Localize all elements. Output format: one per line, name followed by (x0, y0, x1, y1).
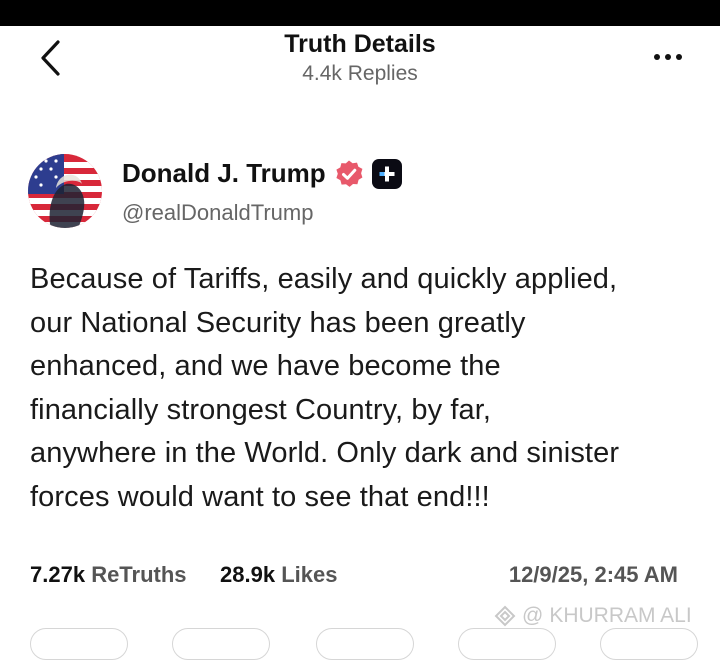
retruths-count: 7.27k (30, 562, 86, 587)
post-line: forces would want to see that end!!! (30, 480, 490, 513)
retruths-label: ReTruths (91, 562, 187, 587)
post-line: our National Security has been greatly (30, 306, 526, 339)
action-button[interactable] (30, 628, 128, 660)
verified-badge-icon (336, 160, 363, 187)
post-line: enhanced, and we have become the (30, 350, 501, 383)
likes-stat[interactable]: 28.9k Likes (220, 562, 337, 588)
post-timestamp: 12/9/25, 2:45 AM (508, 562, 678, 587)
post-text: Because of Tariffs, easily and quickly a… (30, 258, 700, 520)
watermark-text: KHURRAM ALI (549, 604, 692, 627)
action-button[interactable] (316, 628, 414, 660)
page-header: Truth Details 4.4k Replies (0, 26, 720, 104)
action-button[interactable] (172, 628, 270, 660)
post-line: anywhere in the World. Only dark and sin… (30, 437, 620, 470)
flag-portrait-icon (28, 154, 102, 228)
author-name[interactable]: Donald J. Trump (122, 158, 326, 189)
watermark-logo-icon (494, 605, 516, 627)
avatar[interactable] (28, 154, 102, 228)
status-bar (0, 0, 720, 26)
likes-count: 28.9k (220, 562, 276, 587)
likes-label: Likes (281, 562, 338, 587)
post-line: Because of Tariffs, easily and quickly a… (30, 263, 618, 295)
action-button[interactable] (600, 628, 698, 660)
more-options-button[interactable] (644, 40, 692, 74)
replies-count[interactable]: 4.4k Replies (0, 62, 720, 86)
post-author: Donald J. Trump @realDonaldTrump (28, 152, 688, 232)
retruths-stat[interactable]: 7.27k ReTruths (30, 562, 187, 588)
post-line: financially strongest Country, by far, (30, 393, 492, 426)
post-stats: 7.27k ReTruths 28.9k Likes 12/9/25, 2:45… (30, 562, 700, 592)
page-title: Truth Details (284, 30, 436, 58)
watermark-symbol: @ (522, 604, 544, 627)
author-handle[interactable]: @realDonaldTrump (122, 200, 313, 226)
watermark: @ KHURRAM ALI (494, 604, 692, 628)
plus-badge-icon (371, 158, 402, 189)
action-button[interactable] (458, 628, 556, 660)
more-horizontal-icon (654, 54, 660, 60)
